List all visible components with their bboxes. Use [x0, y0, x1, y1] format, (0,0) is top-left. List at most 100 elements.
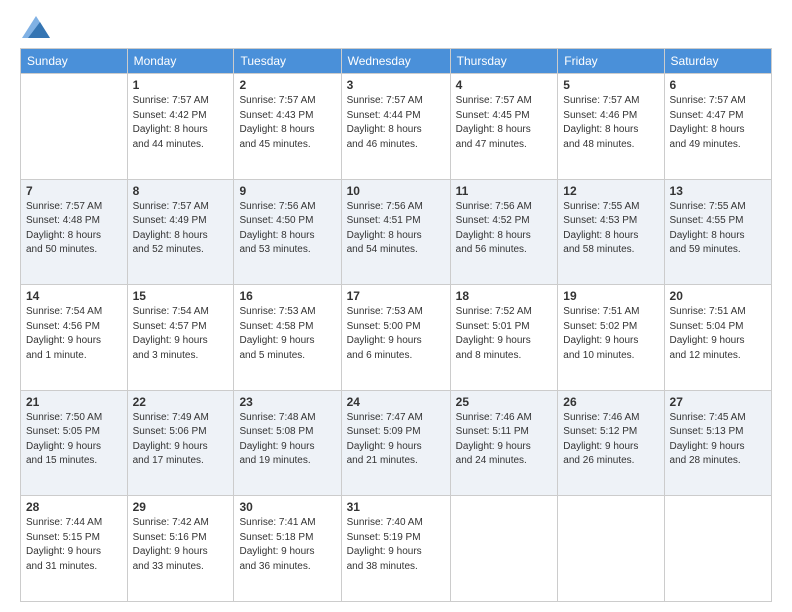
calendar-week-row: 7Sunrise: 7:57 AMSunset: 4:48 PMDaylight…: [21, 179, 772, 285]
day-number: 28: [26, 500, 122, 514]
day-number: 25: [456, 395, 553, 409]
calendar-cell: 23 Sunrise: 7:48 AMSunset: 5:08 PMDayligh…: [234, 390, 341, 496]
day-info: Sunrise: 7:51 AMSunset: 5:04 PMDaylight:…: [670, 305, 766, 363]
day-number: 11: [456, 184, 553, 198]
calendar-header-row: SundayMondayTuesdayWednesdayThursdayFrid…: [21, 49, 772, 74]
day-info: Sunrise: 7:53 AMSunset: 4:58 PMDaylight:…: [239, 305, 335, 363]
calendar-week-row: 14 Sunrise: 7:54 AMSunset: 4:56 PMDayligh…: [21, 285, 772, 391]
day-info: Sunrise: 7:57 AMSunset: 4:47 PMDaylight:…: [670, 94, 766, 152]
calendar-cell: 9 Sunrise: 7:56 AMSunset: 4:50 PMDaylight…: [234, 179, 341, 285]
day-info: Sunrise: 7:42 AMSunset: 5:16 PMDaylight:…: [133, 516, 229, 574]
calendar-cell: 28Sunrise: 7:44 AMSunset: 5:15 PMDayligh…: [21, 496, 128, 602]
day-number: 14: [26, 289, 122, 303]
day-number: 9: [239, 184, 335, 198]
day-number: 8: [133, 184, 229, 198]
calendar-cell: [664, 496, 771, 602]
calendar-cell: 7Sunrise: 7:57 AMSunset: 4:48 PMDaylight…: [21, 179, 128, 285]
calendar-cell: [450, 496, 558, 602]
day-info: Sunrise: 7:54 AMSunset: 4:57 PMDaylight:…: [133, 305, 229, 363]
day-info: Sunrise: 7:49 AMSunset: 5:06 PMDaylight:…: [133, 411, 229, 469]
calendar-cell: 11 Sunrise: 7:56 AMSunset: 4:52 PMDayligh…: [450, 179, 558, 285]
calendar-week-row: 21Sunrise: 7:50 AMSunset: 5:05 PMDayligh…: [21, 390, 772, 496]
day-number: 31: [347, 500, 445, 514]
day-info: Sunrise: 7:56 AMSunset: 4:51 PMDaylight:…: [347, 200, 445, 258]
calendar-cell: 4 Sunrise: 7:57 AMSunset: 4:45 PMDaylight…: [450, 74, 558, 180]
day-info: Sunrise: 7:41 AMSunset: 5:18 PMDaylight:…: [239, 516, 335, 574]
calendar-week-row: 28Sunrise: 7:44 AMSunset: 5:15 PMDayligh…: [21, 496, 772, 602]
calendar-cell: 15 Sunrise: 7:54 AMSunset: 4:57 PMDayligh…: [127, 285, 234, 391]
calendar-cell: [558, 496, 664, 602]
day-number: 22: [133, 395, 229, 409]
day-info: Sunrise: 7:57 AMSunset: 4:45 PMDaylight:…: [456, 94, 553, 152]
day-info: Sunrise: 7:50 AMSunset: 5:05 PMDaylight:…: [26, 411, 122, 469]
day-number: 20: [670, 289, 766, 303]
calendar-cell: 1 Sunrise: 7:57 AMSunset: 4:42 PMDaylight…: [127, 74, 234, 180]
day-number: 5: [563, 78, 658, 92]
day-number: 13: [670, 184, 766, 198]
day-info: Sunrise: 7:55 AMSunset: 4:53 PMDaylight:…: [563, 200, 658, 258]
day-info: Sunrise: 7:47 AMSunset: 5:09 PMDaylight:…: [347, 411, 445, 469]
col-header-wednesday: Wednesday: [341, 49, 450, 74]
calendar-cell: 30 Sunrise: 7:41 AMSunset: 5:18 PMDayligh…: [234, 496, 341, 602]
calendar-cell: 26Sunrise: 7:46 AMSunset: 5:12 PMDayligh…: [558, 390, 664, 496]
calendar-cell: 10 Sunrise: 7:56 AMSunset: 4:51 PMDayligh…: [341, 179, 450, 285]
calendar-cell: 31 Sunrise: 7:40 AMSunset: 5:19 PMDayligh…: [341, 496, 450, 602]
day-number: 10: [347, 184, 445, 198]
day-number: 27: [670, 395, 766, 409]
day-number: 23: [239, 395, 335, 409]
calendar-cell: 17 Sunrise: 7:53 AMSunset: 5:00 PMDayligh…: [341, 285, 450, 391]
day-number: 16: [239, 289, 335, 303]
day-info: Sunrise: 7:52 AMSunset: 5:01 PMDaylight:…: [456, 305, 553, 363]
day-info: Sunrise: 7:57 AMSunset: 4:48 PMDaylight:…: [26, 200, 122, 258]
day-info: Sunrise: 7:57 AMSunset: 4:43 PMDaylight:…: [239, 94, 335, 152]
day-number: 17: [347, 289, 445, 303]
day-info: Sunrise: 7:46 AMSunset: 5:11 PMDaylight:…: [456, 411, 553, 469]
header: [20, 16, 772, 38]
calendar-cell: 21Sunrise: 7:50 AMSunset: 5:05 PMDayligh…: [21, 390, 128, 496]
calendar-cell: 24 Sunrise: 7:47 AMSunset: 5:09 PMDayligh…: [341, 390, 450, 496]
col-header-tuesday: Tuesday: [234, 49, 341, 74]
day-info: Sunrise: 7:56 AMSunset: 4:50 PMDaylight:…: [239, 200, 335, 258]
day-info: Sunrise: 7:57 AMSunset: 4:44 PMDaylight:…: [347, 94, 445, 152]
calendar-cell: 20 Sunrise: 7:51 AMSunset: 5:04 PMDayligh…: [664, 285, 771, 391]
day-number: 30: [239, 500, 335, 514]
day-number: 1: [133, 78, 229, 92]
day-info: Sunrise: 7:46 AMSunset: 5:12 PMDaylight:…: [563, 411, 658, 469]
calendar-cell: 16 Sunrise: 7:53 AMSunset: 4:58 PMDayligh…: [234, 285, 341, 391]
day-info: Sunrise: 7:45 AMSunset: 5:13 PMDaylight:…: [670, 411, 766, 469]
day-number: 3: [347, 78, 445, 92]
day-number: 15: [133, 289, 229, 303]
calendar-cell: 5Sunrise: 7:57 AMSunset: 4:46 PMDaylight…: [558, 74, 664, 180]
day-info: Sunrise: 7:40 AMSunset: 5:19 PMDaylight:…: [347, 516, 445, 574]
day-info: Sunrise: 7:55 AMSunset: 4:55 PMDaylight:…: [670, 200, 766, 258]
day-info: Sunrise: 7:51 AMSunset: 5:02 PMDaylight:…: [563, 305, 658, 363]
calendar-cell: 27 Sunrise: 7:45 AMSunset: 5:13 PMDayligh…: [664, 390, 771, 496]
col-header-sunday: Sunday: [21, 49, 128, 74]
calendar-cell: 12 Sunrise: 7:55 AMSunset: 4:53 PMDayligh…: [558, 179, 664, 285]
calendar-cell: 2 Sunrise: 7:57 AMSunset: 4:43 PMDaylight…: [234, 74, 341, 180]
day-number: 6: [670, 78, 766, 92]
col-header-thursday: Thursday: [450, 49, 558, 74]
calendar-cell: 29 Sunrise: 7:42 AMSunset: 5:16 PMDayligh…: [127, 496, 234, 602]
day-number: 24: [347, 395, 445, 409]
calendar-cell: 13 Sunrise: 7:55 AMSunset: 4:55 PMDayligh…: [664, 179, 771, 285]
day-number: 29: [133, 500, 229, 514]
calendar-cell: [21, 74, 128, 180]
calendar-cell: 25 Sunrise: 7:46 AMSunset: 5:11 PMDayligh…: [450, 390, 558, 496]
calendar-page: SundayMondayTuesdayWednesdayThursdayFrid…: [0, 0, 792, 612]
col-header-friday: Friday: [558, 49, 664, 74]
day-number: 2: [239, 78, 335, 92]
day-info: Sunrise: 7:54 AMSunset: 4:56 PMDaylight:…: [26, 305, 122, 363]
logo-icon: [22, 16, 50, 38]
day-number: 12: [563, 184, 658, 198]
day-number: 4: [456, 78, 553, 92]
calendar-cell: 22 Sunrise: 7:49 AMSunset: 5:06 PMDayligh…: [127, 390, 234, 496]
calendar-cell: 8Sunrise: 7:57 AMSunset: 4:49 PMDaylight…: [127, 179, 234, 285]
calendar-cell: 6 Sunrise: 7:57 AMSunset: 4:47 PMDaylight…: [664, 74, 771, 180]
calendar-cell: 14 Sunrise: 7:54 AMSunset: 4:56 PMDayligh…: [21, 285, 128, 391]
day-info: Sunrise: 7:48 AMSunset: 5:08 PMDaylight:…: [239, 411, 335, 469]
day-info: Sunrise: 7:57 AMSunset: 4:42 PMDaylight:…: [133, 94, 229, 152]
day-info: Sunrise: 7:53 AMSunset: 5:00 PMDaylight:…: [347, 305, 445, 363]
day-info: Sunrise: 7:56 AMSunset: 4:52 PMDaylight:…: [456, 200, 553, 258]
col-header-monday: Monday: [127, 49, 234, 74]
